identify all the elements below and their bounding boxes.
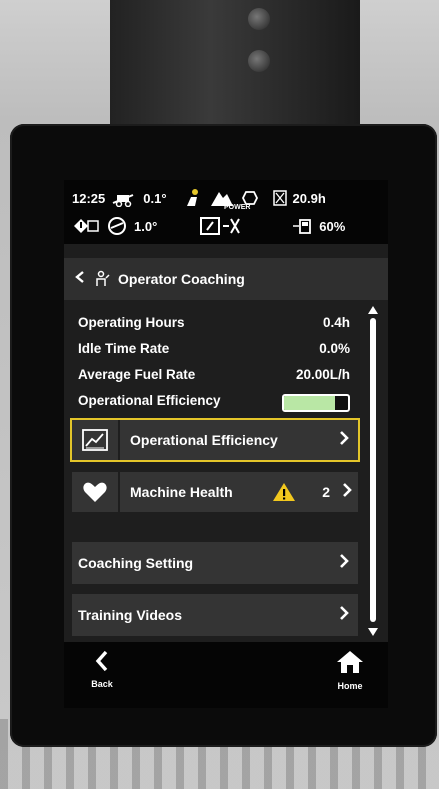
stat-idle-time-rate: Idle Time Rate 0.0%	[78, 338, 350, 364]
home-button[interactable]: Home	[320, 650, 380, 691]
excavator-tilt-icon	[111, 189, 137, 207]
stat-label: Operational Efficiency	[78, 393, 221, 408]
home-icon	[336, 650, 364, 674]
mount-bolt	[248, 50, 270, 72]
chevron-right-icon	[330, 605, 358, 626]
back-icon	[94, 650, 110, 672]
hour-meter: 20.9h	[292, 190, 326, 206]
hourglass-icon	[272, 190, 287, 206]
machine-health-button[interactable]: Machine Health 2	[72, 472, 358, 512]
coaching-setting-button[interactable]: Coaching Setting	[72, 542, 358, 584]
operator-coaching-icon	[94, 270, 112, 288]
coaching-setting-label: Coaching Setting	[78, 555, 194, 571]
status-bar: 12:25 0.1° 20.9h POWER 1.0° 60%	[64, 180, 388, 244]
warning-panel-icon	[72, 217, 100, 235]
warning-icon	[272, 482, 296, 502]
page-header: Operator Coaching	[64, 258, 388, 300]
chevron-right-icon	[330, 553, 358, 574]
efficiency-bar	[282, 394, 350, 412]
stat-value: 0.4h	[322, 315, 350, 330]
machine-health-count: 2	[322, 484, 330, 500]
scroll-thumb[interactable]	[370, 318, 376, 622]
status-row-1: 12:25 0.1° 20.9h	[72, 188, 326, 208]
training-videos-label: Training Videos	[78, 607, 182, 623]
operational-efficiency-button[interactable]: Operational Efficiency	[70, 418, 360, 462]
fuel-level: 60%	[319, 218, 346, 234]
chart-icon	[82, 429, 108, 451]
machine-health-label: Machine Health	[130, 484, 233, 500]
operator-icon	[183, 188, 203, 208]
stat-operational-efficiency: Operational Efficiency	[78, 390, 350, 416]
back-label: Back	[91, 679, 113, 689]
chart-icon-cell	[72, 420, 120, 460]
mount-bolt	[248, 8, 270, 30]
back-button[interactable]: Back	[72, 650, 132, 689]
training-videos-button[interactable]: Training Videos	[72, 594, 358, 636]
clock: 12:25	[72, 190, 106, 206]
tilt-front-value: 0.1°	[143, 190, 167, 206]
efficiency-bar-fill	[284, 396, 336, 410]
stat-label: Idle Time Rate	[78, 341, 170, 356]
page-title: Operator Coaching	[118, 271, 245, 287]
chevron-right-icon	[330, 430, 358, 451]
mount-post	[110, 0, 360, 140]
heart-icon-cell	[72, 472, 120, 512]
stat-value: 20.00L/h	[295, 367, 350, 382]
stat-label: Average Fuel Rate	[78, 367, 196, 382]
power-mode-label: POWER	[224, 204, 251, 211]
stat-average-fuel-rate: Average Fuel Rate 20.00L/h	[78, 364, 350, 390]
scroll-down-arrow-icon[interactable]	[368, 628, 378, 636]
stats-list: Operating Hours 0.4h Idle Time Rate 0.0%…	[78, 312, 350, 416]
tilt-side-value: 1.0°	[134, 218, 158, 234]
stat-value: 0.0%	[319, 341, 350, 356]
chevron-right-icon	[336, 482, 358, 503]
attachment-icon	[199, 216, 245, 236]
fuel-icon	[291, 217, 313, 235]
tilt-side-icon	[106, 216, 128, 236]
stat-operating-hours: Operating Hours 0.4h	[78, 312, 350, 338]
home-label: Home	[337, 681, 363, 691]
header-back-button[interactable]	[74, 270, 94, 289]
operational-efficiency-label: Operational Efficiency	[130, 432, 278, 448]
bottom-nav: Back Home	[64, 642, 388, 708]
scrollbar[interactable]	[368, 306, 378, 636]
scroll-up-arrow-icon[interactable]	[368, 306, 378, 314]
screen: 12:25 0.1° 20.9h POWER 1.0° 60% Operator…	[64, 180, 388, 708]
heart-icon	[82, 481, 108, 503]
status-row-2: 1.0° 60%	[72, 216, 345, 236]
stat-label: Operating Hours	[78, 315, 185, 330]
